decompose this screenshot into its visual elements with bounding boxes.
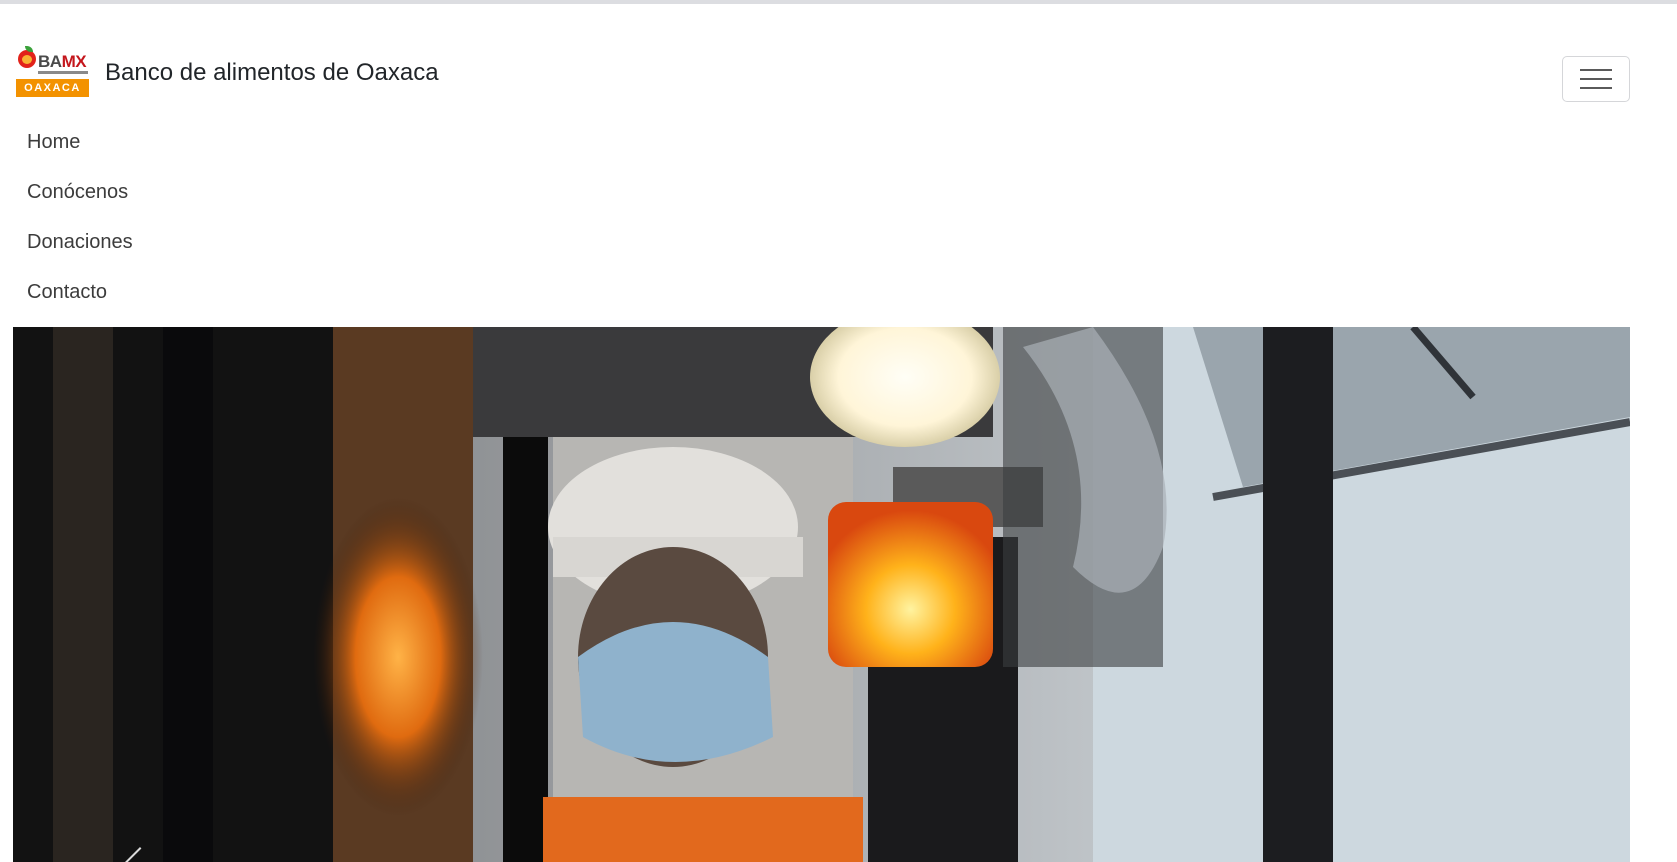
site-title: Banco de alimentos de Oaxaca (105, 58, 439, 86)
nav-item-conocenos[interactable]: Conócenos (27, 174, 133, 224)
forklift-worker-photo (13, 327, 1630, 862)
nav-item-donaciones[interactable]: Donaciones (27, 224, 133, 274)
top-border (0, 0, 1677, 4)
logo-text-bottom: OAXACA (16, 79, 89, 97)
brand-link[interactable]: BAMX OAXACA Banco de alimentos de Oaxaca (16, 46, 439, 97)
carousel-image (13, 327, 1630, 862)
nav-item-home[interactable]: Home (27, 124, 133, 174)
navbar-toggler-button[interactable] (1562, 56, 1630, 102)
nav-item-contacto[interactable]: Contacto (27, 274, 133, 324)
hamburger-menu-icon (1580, 62, 1612, 96)
main-nav: Home Conócenos Donaciones Contacto (27, 124, 133, 324)
bamx-logo: BAMX OAXACA (16, 46, 89, 97)
logo-text-top: BAMX (38, 52, 87, 71)
